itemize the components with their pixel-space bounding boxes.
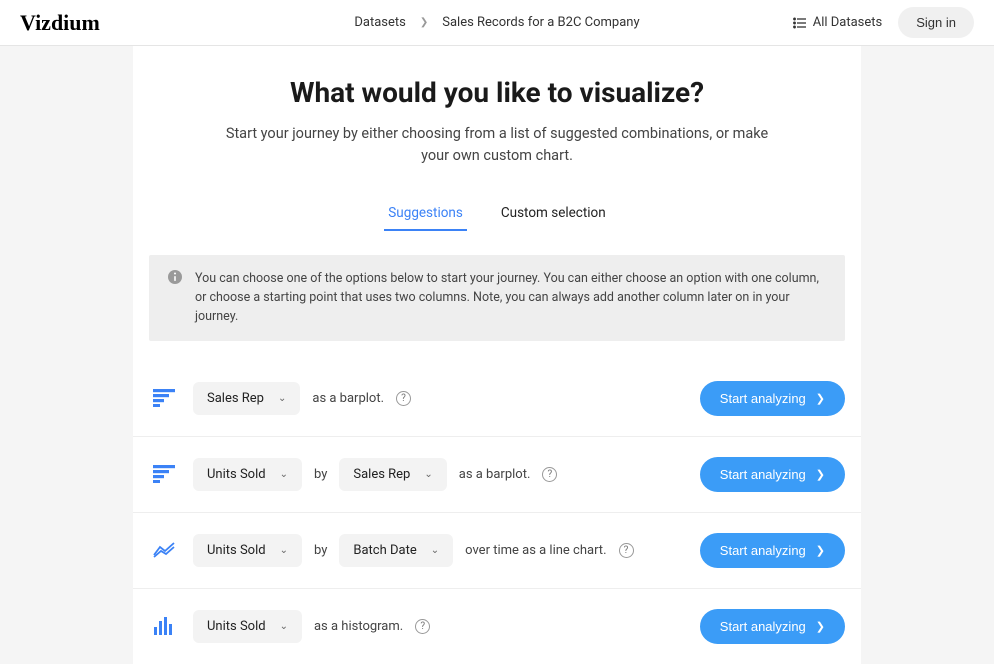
- row-desc: over time as a line chart.: [465, 543, 606, 558]
- column-dropdown[interactable]: Units Sold ⌄: [193, 534, 302, 567]
- page-subtitle: Start your journey by either choosing fr…: [217, 123, 777, 167]
- info-icon: [167, 269, 183, 285]
- start-analyzing-button[interactable]: Start analyzing ❯: [700, 609, 845, 644]
- start-label: Start analyzing: [720, 467, 806, 482]
- help-icon[interactable]: ?: [619, 543, 634, 558]
- row-content: Units Sold ⌄ as a histogram. ?: [193, 610, 686, 643]
- column-dropdown[interactable]: Units Sold ⌄: [193, 610, 302, 643]
- suggestion-row: Units Sold ⌄ as a histogram. ? Start ana…: [133, 589, 861, 664]
- line-chart-icon: [149, 541, 179, 559]
- chevron-down-icon: ⌄: [280, 469, 288, 480]
- barplot-icon: [149, 465, 179, 483]
- histogram-icon: [149, 617, 179, 635]
- start-analyzing-button[interactable]: Start analyzing ❯: [700, 381, 845, 416]
- tab-suggestions[interactable]: Suggestions: [384, 197, 467, 231]
- breadcrumb-current[interactable]: Sales Records for a B2C Company: [442, 15, 639, 30]
- header-left: Vizdium: [20, 10, 140, 36]
- help-icon[interactable]: ?: [415, 619, 430, 634]
- app-header: Vizdium Datasets ❯ Sales Records for a B…: [0, 0, 994, 46]
- list-icon: [793, 17, 807, 29]
- row-desc: as a histogram.: [314, 619, 403, 634]
- breadcrumb-root[interactable]: Datasets: [354, 15, 406, 30]
- column-dropdown[interactable]: Sales Rep ⌄: [339, 458, 446, 491]
- start-analyzing-button[interactable]: Start analyzing ❯: [700, 457, 845, 492]
- all-datasets-link[interactable]: All Datasets: [793, 15, 883, 30]
- row-desc: as a barplot.: [459, 467, 531, 482]
- barplot-icon: [149, 389, 179, 407]
- tabs: Suggestions Custom selection: [133, 197, 861, 231]
- chevron-right-icon: ❯: [420, 17, 428, 28]
- dropdown-label: Units Sold: [207, 619, 266, 634]
- signin-button[interactable]: Sign in: [898, 7, 974, 38]
- row-desc: as a barplot.: [312, 391, 384, 406]
- main-canvas: What would you like to visualize? Start …: [133, 46, 861, 664]
- suggestion-row: Units Sold ⌄ by Sales Rep ⌄ as a barplot…: [133, 437, 861, 513]
- info-text: You can choose one of the options below …: [195, 269, 827, 327]
- chevron-down-icon: ⌄: [424, 469, 432, 480]
- dropdown-label: Sales Rep: [353, 467, 410, 482]
- breadcrumb: Datasets ❯ Sales Records for a B2C Compa…: [354, 15, 639, 30]
- dropdown-label: Units Sold: [207, 467, 266, 482]
- column-dropdown[interactable]: Batch Date ⌄: [339, 534, 453, 567]
- row-content: Units Sold ⌄ by Sales Rep ⌄ as a barplot…: [193, 458, 686, 491]
- row-content: Units Sold ⌄ by Batch Date ⌄ over time a…: [193, 534, 686, 567]
- chevron-down-icon: ⌄: [280, 621, 288, 632]
- chevron-down-icon: ⌄: [431, 545, 439, 556]
- start-label: Start analyzing: [720, 543, 806, 558]
- dropdown-label: Batch Date: [353, 543, 416, 558]
- chevron-down-icon: ⌄: [280, 545, 288, 556]
- chevron-right-icon: ❯: [816, 468, 825, 481]
- all-datasets-label: All Datasets: [813, 15, 883, 30]
- suggestion-row: Sales Rep ⌄ as a barplot. ? Start analyz…: [133, 361, 861, 437]
- row-joiner: by: [314, 467, 327, 482]
- logo[interactable]: Vizdium: [20, 10, 100, 36]
- info-banner: You can choose one of the options below …: [149, 255, 845, 341]
- row-joiner: by: [314, 543, 327, 558]
- header-right: All Datasets Sign in: [793, 7, 974, 38]
- start-label: Start analyzing: [720, 391, 806, 406]
- chevron-down-icon: ⌄: [278, 393, 286, 404]
- chevron-right-icon: ❯: [816, 392, 825, 405]
- suggestion-row: Units Sold ⌄ by Batch Date ⌄ over time a…: [133, 513, 861, 589]
- start-analyzing-button[interactable]: Start analyzing ❯: [700, 533, 845, 568]
- start-label: Start analyzing: [720, 619, 806, 634]
- dropdown-label: Units Sold: [207, 543, 266, 558]
- help-icon[interactable]: ?: [396, 391, 411, 406]
- chevron-right-icon: ❯: [816, 620, 825, 633]
- column-dropdown[interactable]: Units Sold ⌄: [193, 458, 302, 491]
- column-dropdown[interactable]: Sales Rep ⌄: [193, 382, 300, 415]
- row-content: Sales Rep ⌄ as a barplot. ?: [193, 382, 686, 415]
- help-icon[interactable]: ?: [542, 467, 557, 482]
- tab-custom-selection[interactable]: Custom selection: [497, 197, 610, 231]
- page-title: What would you like to visualize?: [133, 76, 861, 109]
- dropdown-label: Sales Rep: [207, 391, 264, 406]
